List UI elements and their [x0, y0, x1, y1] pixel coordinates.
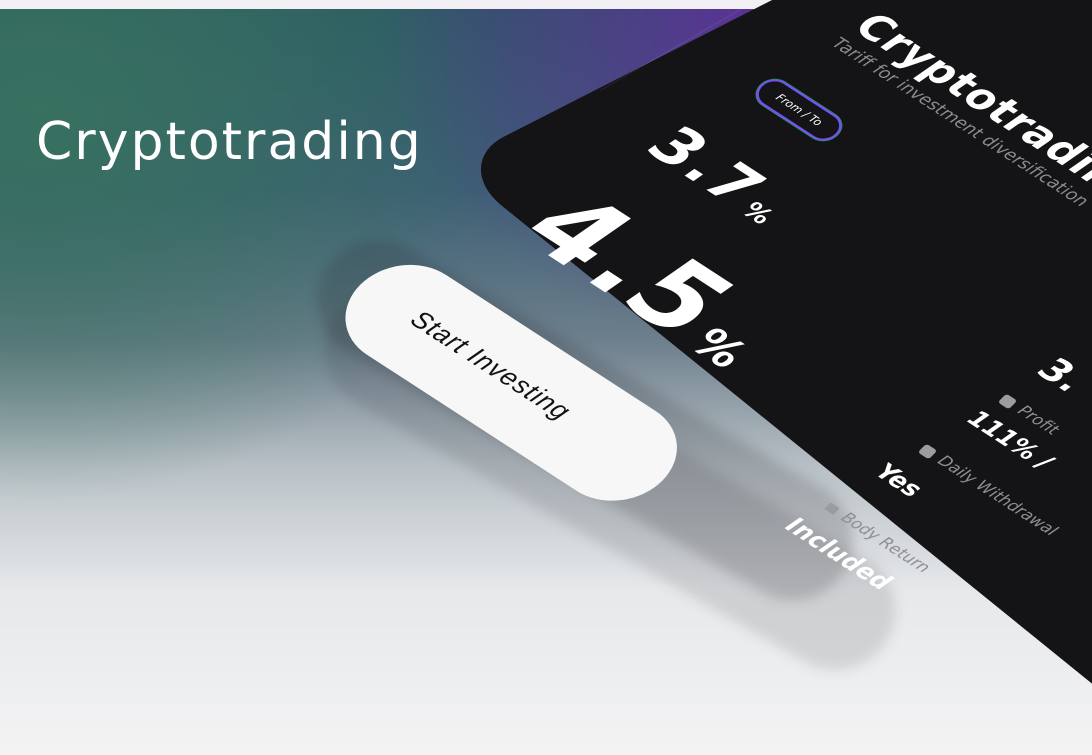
- wallet-icon: [918, 443, 938, 460]
- tariff-card-content: Cryptotrading Tariff for investment dive…: [0, 0, 1092, 755]
- start-investing-label: Start Investing: [404, 304, 578, 426]
- daily-withdrawal-value: Yes: [869, 458, 928, 503]
- arrow-return-icon: [824, 502, 840, 515]
- partial-rate-value: 3.: [1030, 350, 1092, 401]
- body-return-value: Included: [779, 512, 898, 596]
- hero-banner: Cryptotrading Cryptotrading Tariff for i…: [0, 0, 1092, 755]
- calculator-icon: [998, 393, 1018, 410]
- range-badge: From / To: [749, 74, 849, 147]
